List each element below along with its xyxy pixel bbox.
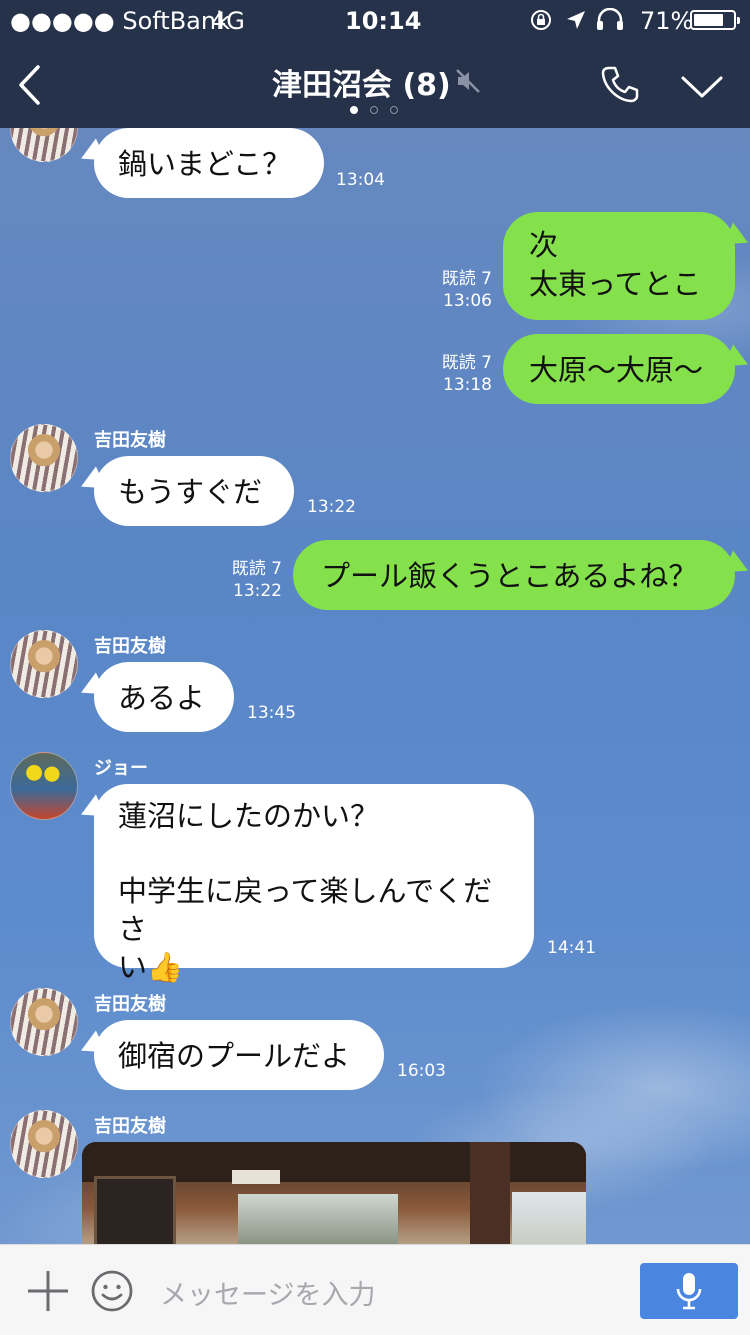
chevron-down-icon[interactable] (680, 74, 724, 100)
message-bubble-outgoing[interactable]: プール飯くうとこあるよね？ (293, 540, 735, 610)
carrier-label: ●●●●● SoftBank (10, 7, 230, 35)
photo-outside (512, 1192, 586, 1244)
page-dot (370, 106, 378, 114)
avatar[interactable] (10, 630, 78, 698)
page-indicator (350, 106, 400, 116)
microphone-icon (676, 1273, 702, 1310)
plus-icon[interactable] (26, 1269, 70, 1313)
message-time: 13:45 (247, 703, 296, 723)
read-receipt: 既読 7 13:06 (440, 268, 492, 312)
message-input[interactable]: メッセージを入力 (160, 1273, 375, 1312)
page-dot (390, 106, 398, 114)
sender-name: 吉田友樹 (94, 430, 166, 451)
photo-board (94, 1176, 176, 1244)
message-time: 13:04 (336, 170, 385, 190)
status-time: 10:14 (345, 7, 422, 35)
chat-header: 津田沼会 (8) (0, 40, 750, 128)
avatar[interactable] (10, 424, 78, 492)
location-arrow-icon (567, 11, 585, 29)
message-input-bar: メッセージを入力 (0, 1244, 750, 1335)
photo-pillar (470, 1142, 510, 1244)
image-message[interactable] (82, 1142, 586, 1244)
message-bubble-incoming[interactable]: あるよ (94, 662, 234, 732)
chat-area[interactable]: 鍋いまどこ？ 13:04 既読 7 13:06 次 太東ってとこ 既読 7 13… (0, 128, 750, 1244)
message-bubble-incoming[interactable]: 御宿のプールだよ (94, 1020, 384, 1090)
message-time: 14:41 (547, 938, 596, 958)
network-label: 4G (211, 7, 245, 35)
sender-name: ジョー (94, 758, 148, 779)
battery-icon (690, 10, 740, 30)
speaker-muted-icon (456, 69, 480, 93)
chevron-left-icon[interactable] (16, 64, 42, 106)
message-bubble-incoming[interactable]: 蓮沼にしたのかい？ 中学生に戻って楽しんでくださ い👍 (94, 784, 534, 984)
headphones-icon (597, 8, 623, 30)
voice-button[interactable] (640, 1263, 738, 1319)
message-time: 13:06 (443, 291, 492, 312)
smiley-icon[interactable] (90, 1269, 134, 1313)
message-bubble-outgoing[interactable]: 次 太東ってとこ (503, 212, 735, 320)
photo-sign (232, 1170, 280, 1184)
message-time: 13:18 (443, 375, 492, 396)
orientation-lock-icon (531, 10, 551, 30)
sender-name: 吉田友樹 (94, 994, 166, 1015)
message-time: 13:22 (307, 497, 356, 517)
read-receipt: 既読 7 13:22 (228, 558, 282, 602)
message-time: 16:03 (397, 1061, 446, 1081)
photo-window (238, 1194, 398, 1244)
phone-icon[interactable] (600, 64, 640, 104)
message-bubble-incoming[interactable]: 鍋いまどこ？ (94, 128, 324, 198)
read-count: 既読 7 (441, 269, 492, 289)
message-bubble-incoming[interactable]: もうすぐだ (94, 456, 294, 526)
sender-name: 吉田友樹 (94, 636, 166, 657)
avatar[interactable] (10, 752, 78, 820)
avatar[interactable] (10, 1110, 78, 1178)
read-count: 既読 7 (441, 353, 492, 373)
sender-name: 吉田友樹 (94, 1116, 166, 1137)
avatar[interactable] (10, 128, 78, 162)
message-bubble-outgoing[interactable]: 大原〜大原〜 (503, 334, 735, 404)
read-count: 既読 7 (231, 559, 282, 579)
chat-title[interactable]: 津田沼会 (8) (272, 60, 451, 104)
page-dot-active (350, 106, 358, 114)
read-receipt: 既読 7 13:18 (440, 352, 492, 396)
status-bar: ●●●●● SoftBank 4G 10:14 71% (0, 0, 750, 40)
avatar[interactable] (10, 988, 78, 1056)
battery-percent: 71% (640, 7, 694, 35)
message-time: 13:22 (233, 581, 282, 602)
